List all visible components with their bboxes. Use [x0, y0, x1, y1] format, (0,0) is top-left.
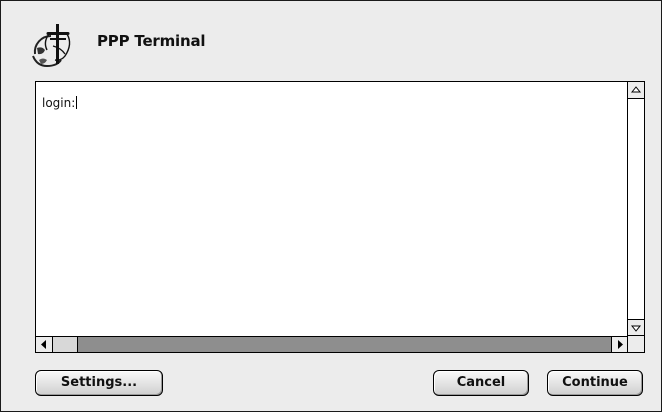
- triangle-up-icon: [630, 86, 642, 93]
- scroll-right-button[interactable]: [611, 337, 628, 352]
- settings-button[interactable]: Settings...: [35, 370, 163, 396]
- triangle-right-icon: [618, 340, 623, 349]
- terminal-text-area[interactable]: login:: [35, 81, 645, 353]
- vertical-scrollbar[interactable]: [627, 82, 644, 336]
- scroll-left-button[interactable]: [36, 337, 53, 352]
- login-prompt: login:: [42, 96, 76, 110]
- triangle-down-icon: [630, 325, 642, 332]
- terminal-output[interactable]: login:: [42, 96, 78, 110]
- horizontal-scroll-thumb[interactable]: [53, 337, 78, 352]
- ppp-terminal-dialog: PPP Terminal login: Settings... Cancel C…: [0, 0, 662, 412]
- scrollbar-corner: [627, 335, 644, 352]
- triangle-left-icon: [41, 340, 46, 349]
- ppp-globe-icon: [32, 24, 71, 68]
- window-title: PPP Terminal: [97, 32, 206, 50]
- scroll-up-button[interactable]: [628, 82, 644, 99]
- scroll-down-button[interactable]: [628, 319, 644, 336]
- cancel-button[interactable]: Cancel: [433, 370, 529, 396]
- text-cursor: [76, 96, 78, 109]
- continue-button[interactable]: Continue: [547, 370, 643, 396]
- horizontal-scrollbar[interactable]: [36, 336, 628, 352]
